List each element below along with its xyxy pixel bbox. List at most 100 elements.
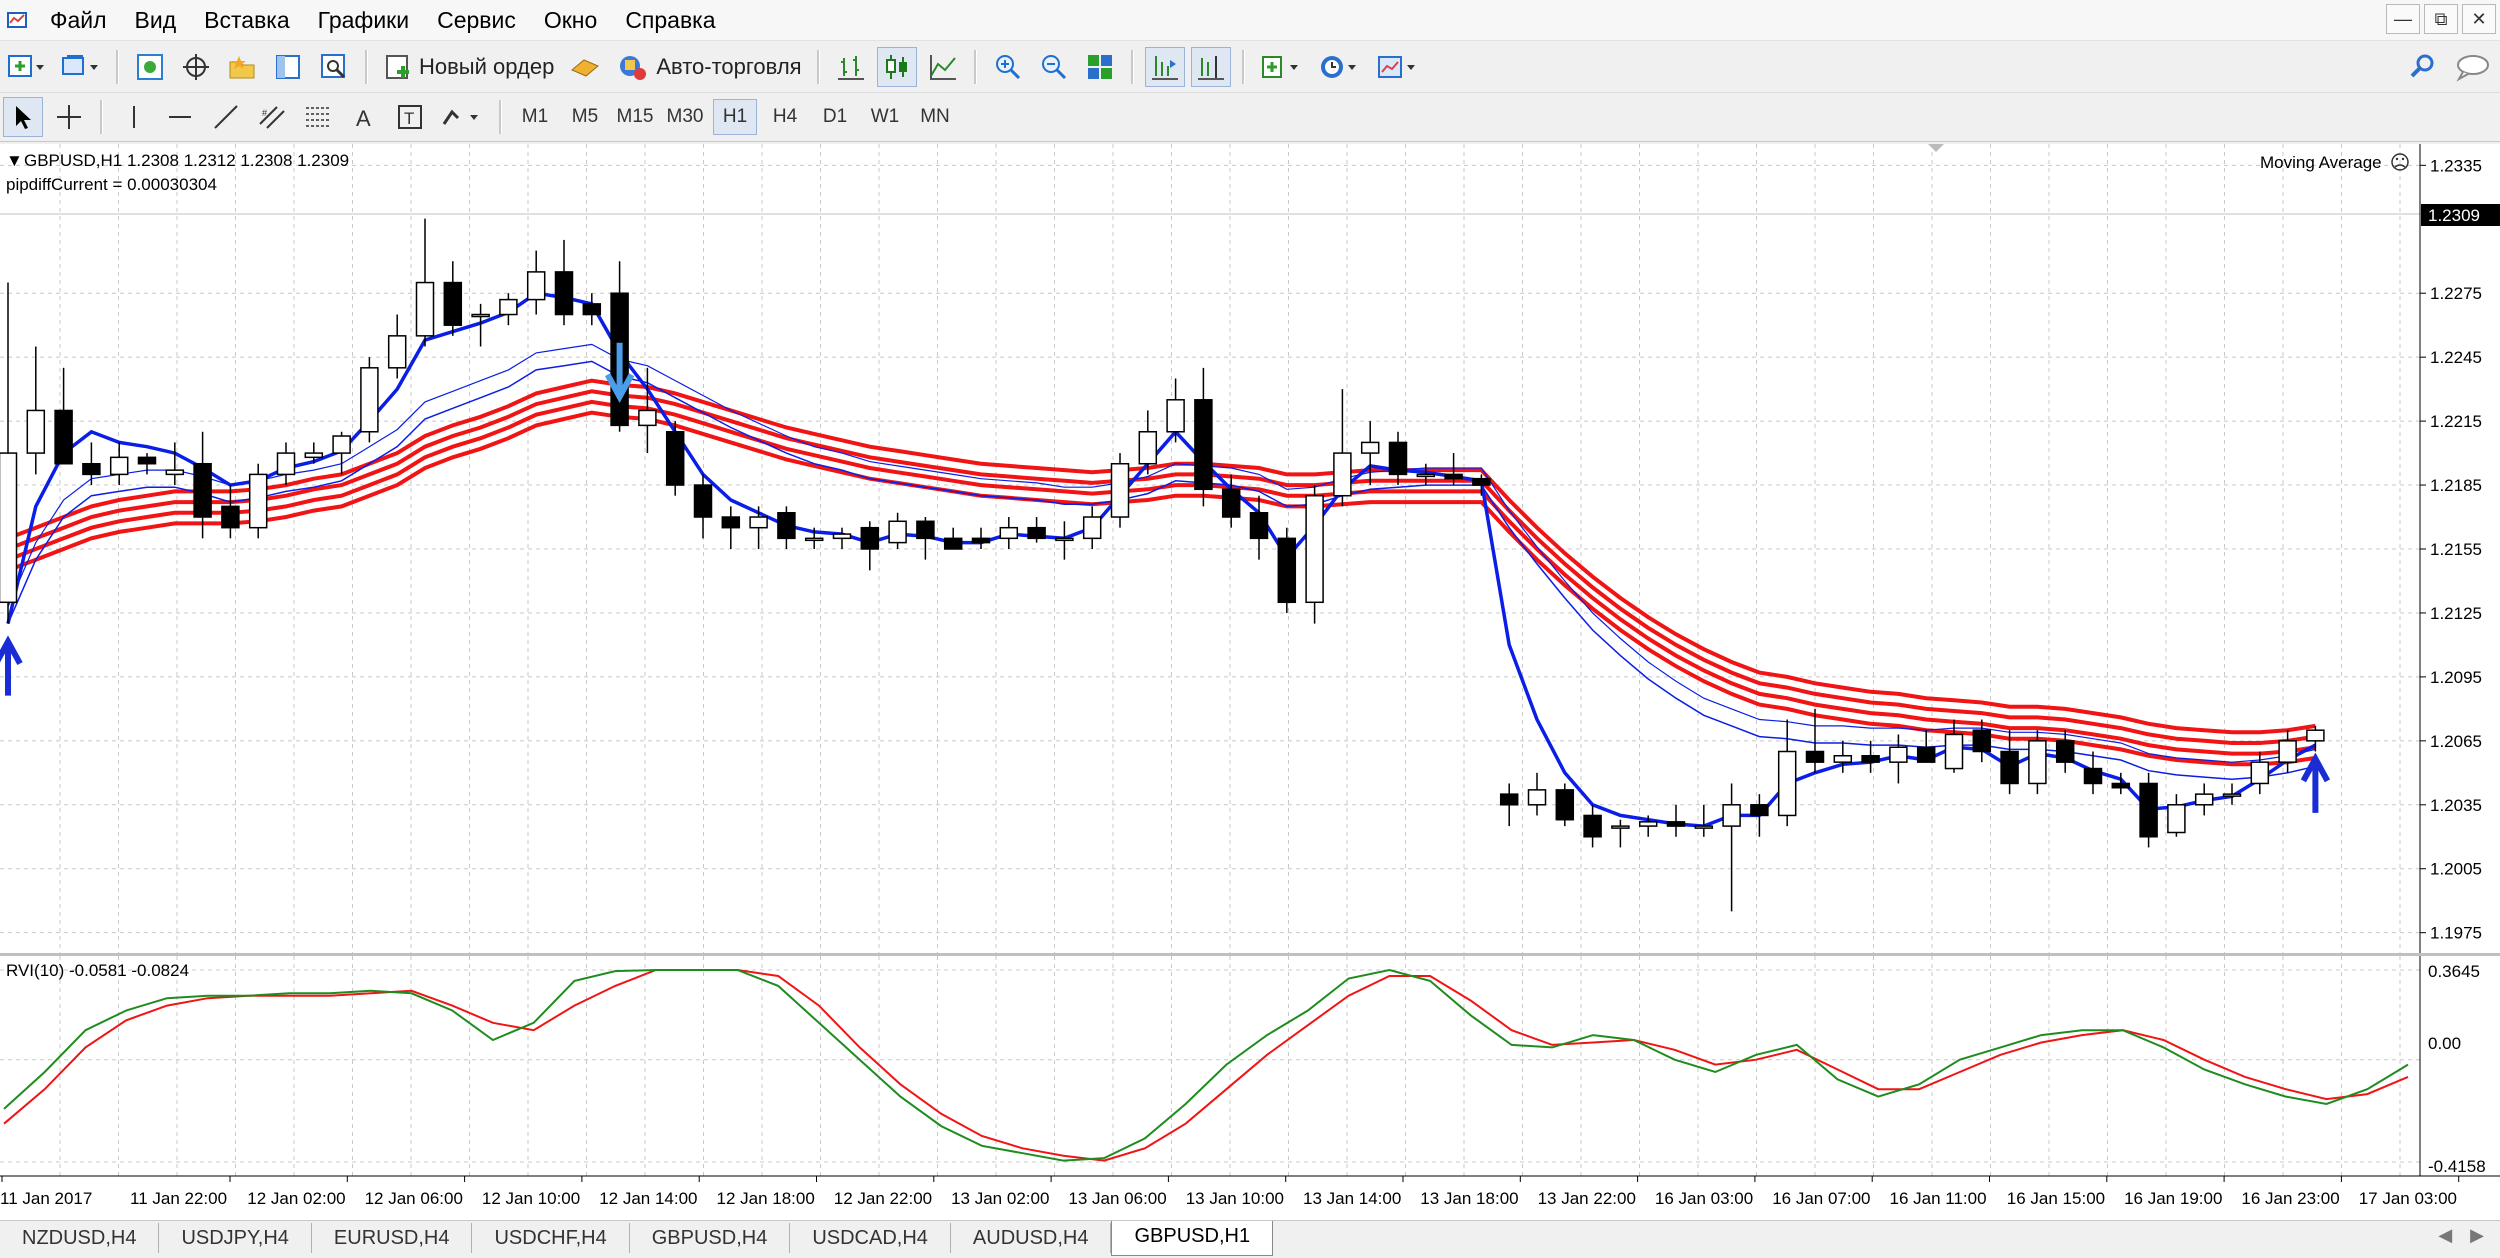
candle	[1305, 485, 1324, 624]
timeframe-m5[interactable]: M5	[563, 99, 607, 135]
timeframe-m15[interactable]: M15	[613, 99, 657, 135]
menu-help[interactable]: Справка	[611, 0, 729, 40]
candle	[1722, 783, 1741, 912]
tab-usdchf-h4[interactable]: USDCHF,H4	[472, 1223, 630, 1253]
terminal-button[interactable]	[268, 47, 308, 87]
candle-body	[554, 271, 574, 316]
candle-body	[2278, 740, 2297, 763]
timeframe-d1[interactable]: D1	[813, 99, 857, 135]
chat-icon	[2456, 55, 2489, 82]
fibonacci-button[interactable]	[298, 97, 338, 137]
menu-tools[interactable]: Сервис	[423, 0, 530, 40]
star-folder-icon	[229, 56, 255, 79]
text-button[interactable]: A	[344, 97, 384, 137]
tab-usdcad-h4[interactable]: USDCAD,H4	[790, 1223, 951, 1253]
menu-file[interactable]: Файл	[36, 0, 121, 40]
candle-body	[1611, 825, 1630, 829]
tab-scroll-left-icon[interactable]: ◀	[2438, 1225, 2452, 1246]
arrows-button[interactable]	[436, 97, 488, 137]
candle	[1194, 367, 1213, 507]
restore-button[interactable]: ⧉	[2424, 4, 2458, 34]
bar-chart-button[interactable]	[831, 47, 871, 87]
price-chart[interactable]: 1.2335 1.2275 1.2245 1.2215 1.2185 1.2155 1.21…	[0, 144, 2500, 954]
candle-body	[109, 456, 129, 476]
menu-window[interactable]: Окно	[530, 0, 611, 40]
templates-button[interactable]	[1372, 47, 1424, 87]
candle-body	[1666, 821, 1686, 827]
horizontal-line-button[interactable]	[160, 97, 200, 137]
zoom-out-button[interactable]	[1034, 47, 1074, 87]
channel-icon: #	[259, 106, 285, 129]
market-watch-button[interactable]	[130, 47, 170, 87]
candle	[499, 293, 518, 326]
time-tick-label: 13 Jan 22:00	[1538, 1189, 1636, 1208]
tab-audusd-h4[interactable]: AUDUSD,H4	[951, 1223, 1112, 1253]
tab-usdjpy-h4[interactable]: USDJPY,H4	[159, 1223, 312, 1253]
candle	[971, 527, 991, 549]
minimize-button[interactable]: —	[2386, 4, 2420, 34]
candle-body	[1916, 746, 1936, 763]
menu-insert[interactable]: Вставка	[190, 0, 304, 40]
current-price-label: 1.2309	[2428, 206, 2480, 225]
tab-gbpusd-h4[interactable]: GBPUSD,H4	[630, 1223, 791, 1253]
timeframe-h1[interactable]: H1	[713, 99, 757, 135]
chat-button[interactable]	[2449, 47, 2497, 87]
zoom-in-icon	[995, 55, 1020, 80]
candle	[554, 239, 574, 326]
timeframe-w1[interactable]: W1	[863, 99, 907, 135]
terminal-icon	[276, 55, 300, 79]
candle	[1166, 378, 1185, 443]
indicators-button[interactable]	[1256, 47, 1308, 87]
metaeditor-button[interactable]	[564, 47, 606, 87]
time-tick-label: 11 Jan 2017	[0, 1189, 92, 1208]
close-button[interactable]: ✕	[2462, 4, 2496, 34]
chart-dropdown-icon[interactable]: ▼	[6, 151, 23, 170]
search-button[interactable]	[2403, 47, 2443, 87]
rvi-chart[interactable]: RVI(10) -0.0581 -0.0824 0.3645 0.00 -0.4…	[0, 956, 2500, 1220]
candle	[916, 517, 935, 560]
candle	[526, 250, 546, 315]
navigator-button[interactable]	[222, 47, 262, 87]
cursor-button[interactable]	[3, 97, 43, 137]
timeframe-m1[interactable]: M1	[513, 99, 557, 135]
menu-charts[interactable]: Графики	[304, 0, 423, 40]
time-tick-label: 12 Jan 06:00	[365, 1189, 463, 1208]
vertical-line-button[interactable]	[114, 97, 154, 137]
new-chart-button[interactable]	[3, 47, 51, 87]
strategy-tester-button[interactable]	[314, 47, 354, 87]
tile-windows-button[interactable]	[1080, 47, 1120, 87]
candlestick-chart-button[interactable]	[876, 47, 917, 87]
price-tick-label: 1.2035	[2430, 796, 2482, 815]
tab-nzdusd-h4[interactable]: NZDUSD,H4	[0, 1223, 160, 1253]
trendline-button[interactable]	[206, 97, 246, 137]
line-chart-button[interactable]	[923, 47, 963, 87]
shift-marker-icon[interactable]	[1928, 144, 1944, 152]
tab-gbpusd-h1[interactable]: GBPUSD,H1	[1111, 1221, 1274, 1256]
auto-scroll-icon	[1151, 56, 1178, 80]
candle-body	[2028, 740, 2047, 785]
candle-body	[1416, 473, 1436, 478]
menu-view[interactable]: Вид	[121, 0, 191, 40]
chart-window[interactable]: 1.2335 1.2275 1.2245 1.2215 1.2185 1.2155 1.21…	[0, 144, 2500, 1220]
tab-eurusd-h4[interactable]: EURUSD,H4	[312, 1223, 473, 1253]
candle	[749, 506, 768, 549]
auto-trading-button[interactable]: Авто-торговля	[612, 47, 805, 87]
periods-button[interactable]	[1314, 47, 1366, 87]
buy-arrow-icon	[0, 635, 23, 696]
new-order-button[interactable]: Новый ордер	[379, 47, 558, 87]
chart-shift-button[interactable]	[1190, 47, 1231, 87]
data-window-button[interactable]	[176, 47, 216, 87]
candle-body	[2055, 740, 2075, 763]
timeframe-h4[interactable]: H4	[763, 99, 807, 135]
timeframe-mn[interactable]: MN	[913, 99, 957, 135]
time-tick-label: 16 Jan 23:00	[2241, 1189, 2339, 1208]
timeframe-m30[interactable]: M30	[663, 99, 707, 135]
crosshair-button[interactable]	[49, 97, 89, 137]
text-label-button[interactable]: T	[390, 97, 430, 137]
equidistant-channel-button[interactable]: #	[252, 97, 292, 137]
profiles-button[interactable]	[57, 47, 105, 87]
tab-scroll-right-icon[interactable]: ▶	[2470, 1225, 2484, 1246]
auto-scroll-button[interactable]	[1144, 47, 1185, 87]
zoom-in-button[interactable]	[988, 47, 1028, 87]
candle-body	[665, 431, 685, 486]
